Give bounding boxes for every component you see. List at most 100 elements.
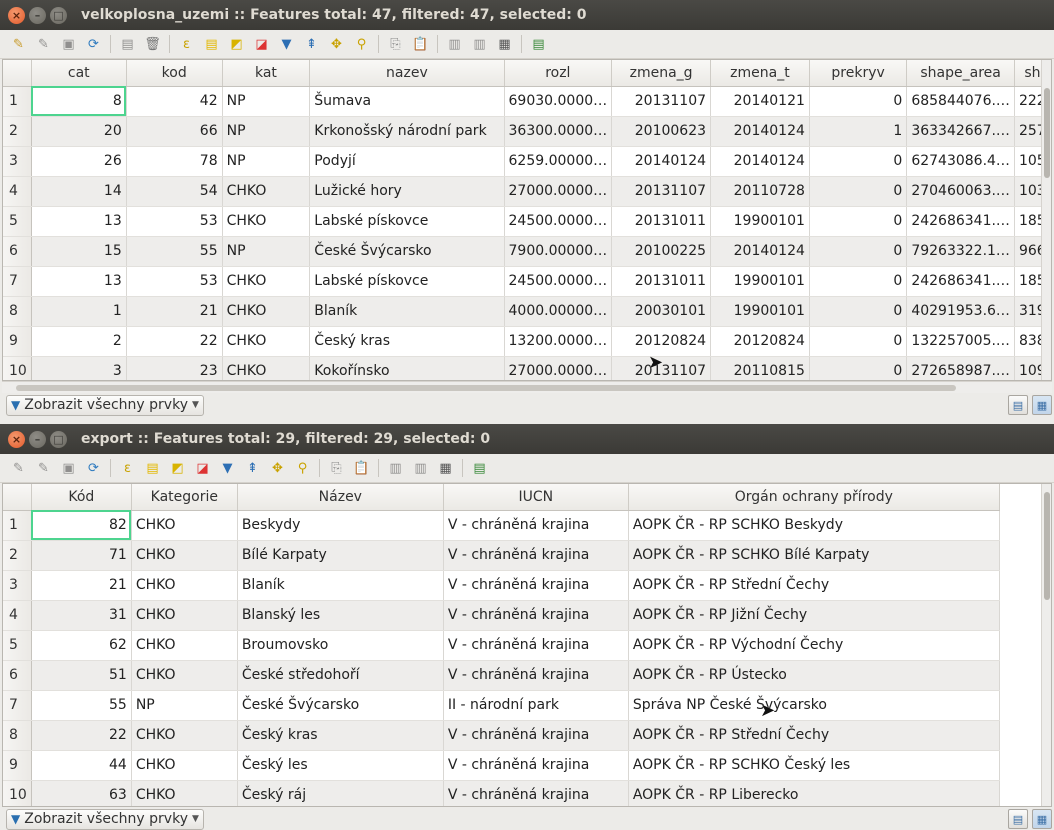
expression-select-icon[interactable]: ε [176,34,197,55]
table-cell[interactable]: AOPK ČR - RP Ústecko [628,660,1000,691]
table-cell[interactable]: II - národní park [443,690,629,721]
paste-icon[interactable]: 📋 [351,458,372,479]
column-header[interactable]: zmena_t [710,60,810,87]
row-header[interactable]: 3 [3,570,32,601]
table-cell[interactable]: Český kras [237,720,444,751]
table-row[interactable]: 2 71 CHKO Bílé Karpaty V - chráněná krajina A… [3,540,1000,571]
table-cell[interactable]: 20100623 [611,116,712,147]
row-header[interactable]: 5 [3,630,32,661]
pencil-icon[interactable]: ✎ [8,458,29,479]
minimize-button[interactable]: – [29,430,46,448]
show-features-filter-button[interactable]: ▼ Zobrazit všechny prvky ▼ [6,394,204,416]
table-cell[interactable]: AOPK ČR - RP Jižní Čechy [628,600,1000,631]
select-all-icon[interactable]: ▤ [142,458,163,479]
table-row[interactable]: 6 15 55 NP České Švýcarsko 7900.00000… 2010022… [3,236,1051,267]
table-cell[interactable]: CHKO [131,660,238,691]
table-cell[interactable]: Labské pískovce [309,266,505,297]
table-cell[interactable]: 2 [31,326,127,357]
table-row[interactable]: 8 22 CHKO Český kras V - chráněná krajina AOP… [3,720,1000,751]
table-cell[interactable]: 66 [126,116,223,147]
column-header[interactable]: prekryv [809,60,908,87]
table-cell[interactable]: Broumovsko [237,630,444,661]
table-row[interactable]: 10 3 23 CHKO Kokořínsko 27000.0000… 20131107 20… [3,356,1051,380]
reload-icon[interactable]: ⟳ [83,458,104,479]
table-cell[interactable]: 242686341.… [906,206,1015,237]
table-cell[interactable]: 36300.0000… [504,116,613,147]
deselect-icon[interactable]: ◪ [251,34,272,55]
table-cell[interactable]: AOPK ČR - RP Střední Čechy [628,720,1000,751]
table-cell[interactable]: Kokořínsko [309,356,505,380]
table-cell[interactable]: 78 [126,146,223,177]
delete-field-icon[interactable]: ▥ [469,34,490,55]
conditional-format-icon[interactable]: ▤ [528,34,549,55]
table-cell[interactable]: CHKO [131,540,238,571]
table-cell[interactable]: 82 [31,510,132,541]
row-header[interactable]: 8 [3,296,32,327]
table-cell[interactable]: 62 [31,630,132,661]
table-cell[interactable]: Český kras [309,326,505,357]
table-cell[interactable]: V - chráněná krajina [443,570,629,601]
table-cell[interactable]: 40291953.6… [906,296,1015,327]
table-row[interactable]: 1 8 42 NP Šumava 69030.0000… 20131107 20140121 0… [3,86,1051,117]
table-cell[interactable]: 1 [809,116,908,147]
table-cell[interactable]: 20030101 [611,296,712,327]
deselect-icon[interactable]: ◪ [192,458,213,479]
table-cell[interactable]: NP [131,690,238,721]
row-header[interactable]: 1 [3,510,32,541]
table-cell[interactable]: 55 [126,236,223,267]
new-field-icon[interactable]: ▥ [444,34,465,55]
table-cell[interactable]: 22 [126,326,223,357]
table-cell[interactable]: 0 [809,86,908,117]
save-edits-icon[interactable]: ✎ [33,34,54,55]
table-cell[interactable]: 69030.0000… [504,86,613,117]
delete-icon[interactable]: 🗑 [142,34,163,55]
column-header[interactable]: Orgán ochrany přírody [628,484,1000,511]
table-cell[interactable]: Blaník [237,570,444,601]
table-row[interactable]: 5 62 CHKO Broumovsko V - chráněná krajina AOP… [3,630,1000,661]
table-cell[interactable]: 19900101 [710,206,810,237]
table-cell[interactable]: Správa NP České Švýcarsko [628,690,1000,721]
vertical-scroll-thumb[interactable] [1044,492,1050,600]
table-view-button[interactable]: ▦ [1032,395,1052,415]
table-cell[interactable]: 13 [31,206,127,237]
table-row[interactable]: 10 63 CHKO Český ráj V - chráněná krajina AOP… [3,780,1000,806]
table-cell[interactable]: 51 [31,660,132,691]
table-cell[interactable]: 20140124 [611,146,712,177]
column-header[interactable]: cat [31,60,127,87]
invert-selection-icon[interactable]: ◩ [167,458,188,479]
table-cell[interactable]: Lužické hory [309,176,505,207]
save-icon[interactable]: ▣ [58,34,79,55]
minimize-button[interactable]: – [29,6,46,24]
table-cell[interactable]: CHKO [222,266,311,297]
table-cell[interactable]: 0 [809,146,908,177]
field-calculator-icon[interactable]: ▦ [494,34,515,55]
row-header[interactable]: 9 [3,326,32,357]
table-row[interactable]: 9 44 CHKO Český les V - chráněná krajina AOPK… [3,750,1000,781]
table-cell[interactable]: AOPK ČR - RP Východní Čechy [628,630,1000,661]
column-header[interactable]: Název [237,484,444,511]
table-cell[interactable]: 13 [31,266,127,297]
select-all-icon[interactable]: ▤ [201,34,222,55]
row-header[interactable]: 4 [3,600,32,631]
row-header[interactable]: 10 [3,356,32,380]
table-cell[interactable]: 1 [31,296,127,327]
table-cell[interactable]: 6259.00000… [504,146,613,177]
table-cell[interactable]: CHKO [222,296,311,327]
table-cell[interactable]: CHKO [131,750,238,781]
table-cell[interactable]: Podyjí [309,146,505,177]
table-cell[interactable]: CHKO [222,356,311,380]
table-cell[interactable]: 0 [809,236,908,267]
table-cell[interactable]: AOPK ČR - RP SCHKO Beskydy [628,510,1000,541]
table-cell[interactable]: 685844076.… [906,86,1015,117]
table-cell[interactable]: 44 [31,750,132,781]
table-cell[interactable]: 20140124 [710,116,810,147]
maximize-button[interactable]: □ [50,430,67,448]
table-cell[interactable]: 363342667.… [906,116,1015,147]
table-row[interactable]: 6 51 CHKO České středohoří V - chráněná kraj… [3,660,1000,691]
conditional-format-icon[interactable]: ▤ [469,458,490,479]
table-cell[interactable]: Blanský les [237,600,444,631]
table-cell[interactable]: 270460063.… [906,176,1015,207]
table-cell[interactable]: 0 [809,296,908,327]
column-header[interactable]: Kategorie [131,484,238,511]
table-cell[interactable]: AOPK ČR - RP Liberecko [628,780,1000,806]
